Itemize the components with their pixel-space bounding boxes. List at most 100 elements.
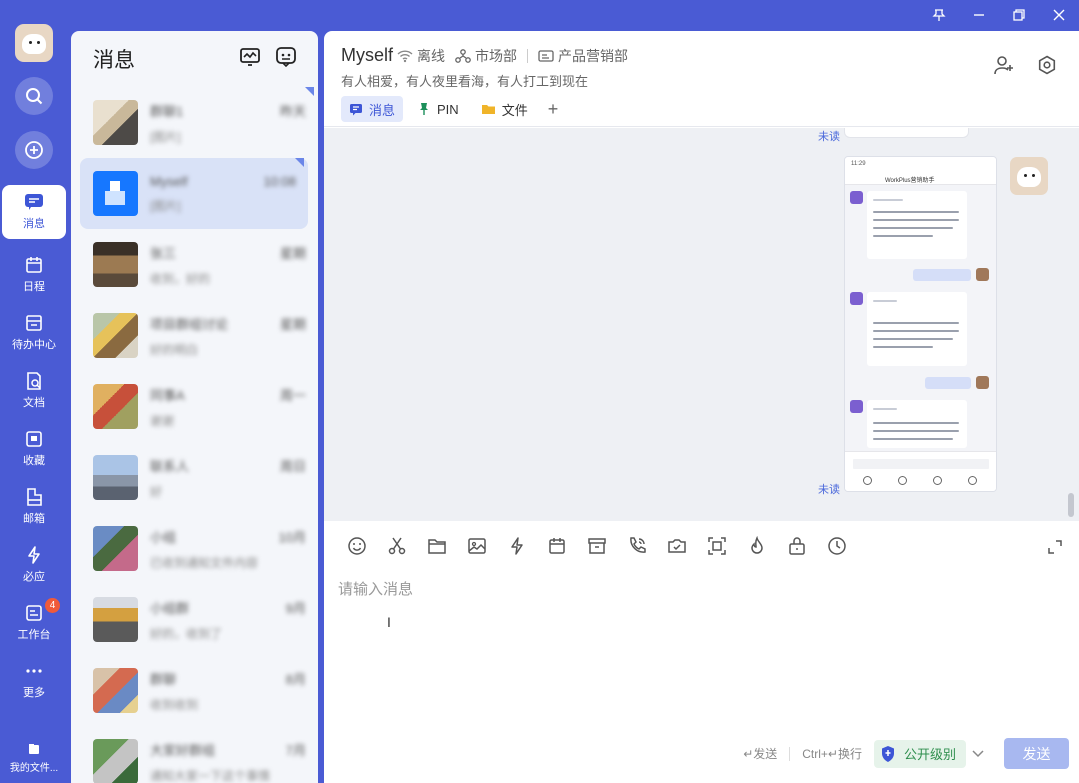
shot-bubble: [867, 191, 967, 259]
phone-icon[interactable]: [617, 535, 657, 557]
message-icon: [25, 194, 43, 210]
search-button[interactable]: [15, 77, 53, 115]
message-input[interactable]: [338, 581, 1038, 598]
conversation-preview: 好的明白: [150, 342, 199, 357]
conversation-name: 联系人: [150, 458, 190, 474]
my-avatar[interactable]: [1010, 157, 1048, 195]
conversation-avatar: [93, 242, 138, 287]
user-avatar[interactable]: [15, 24, 53, 62]
conversation-time: 周一: [279, 387, 306, 403]
restore-icon[interactable]: [999, 0, 1039, 30]
activity-icon[interactable]: [240, 47, 260, 71]
settings-icon[interactable]: [1037, 55, 1057, 80]
add-button[interactable]: [15, 131, 53, 169]
chevron-down-icon[interactable]: [966, 740, 990, 768]
composer-toolbar: [337, 535, 857, 557]
expand-icon[interactable]: [1047, 539, 1063, 560]
image-icon[interactable]: [457, 535, 497, 557]
calendar-icon[interactable]: [537, 535, 577, 557]
security-level-select[interactable]: 公开级别: [873, 739, 966, 768]
security-level-label: 公开级别: [903, 747, 956, 762]
conversation-name: 同事A: [150, 387, 185, 403]
rail-label: 收藏: [23, 455, 45, 467]
new-chat-icon[interactable]: [276, 46, 296, 72]
emoji-icon[interactable]: [337, 535, 377, 557]
message-area[interactable]: 未读 11:29 WorkPlus营销助手 未读: [324, 128, 1079, 521]
conversation-preview: 好: [150, 484, 163, 499]
conversation-name: 小组: [150, 529, 177, 545]
conversation-avatar: [93, 526, 138, 571]
rail-item-workbench[interactable]: 工作台 4: [0, 596, 68, 650]
shot-avatar: [976, 376, 989, 389]
rail-item-docs[interactable]: 文档: [0, 364, 68, 418]
tab-files[interactable]: 文件: [473, 96, 536, 122]
conversation-item[interactable]: 张三 星期 收到，好的: [71, 229, 318, 300]
status-text: 离线: [417, 47, 446, 64]
rail-item-calendar[interactable]: 日程: [0, 248, 68, 302]
chat-bubble-icon: [350, 103, 362, 115]
tab-label: 文件: [501, 102, 528, 118]
shot-outgoing: [913, 269, 971, 281]
conversation-item[interactable]: 群聊1 昨天 [图片]: [71, 87, 318, 158]
shot-status-time: 11:29: [851, 161, 866, 167]
rail-item-my-files[interactable]: 我的文件...: [0, 735, 68, 781]
conversation-avatar: [93, 597, 138, 642]
conversation-item-active[interactable]: Myself 10:08 [图片]: [80, 158, 308, 229]
org-text: 产品营销部: [558, 47, 629, 64]
conversation-time: 10月: [278, 529, 306, 545]
conversation-avatar: [93, 171, 138, 216]
rail-item-favorites[interactable]: 收藏: [0, 422, 68, 476]
pin-icon[interactable]: [919, 0, 959, 30]
close-icon[interactable]: [1039, 0, 1079, 30]
newline-hint: Ctrl+↵换行: [802, 747, 862, 761]
favorite-icon: [26, 431, 42, 447]
rail-label: 待办中心: [12, 339, 56, 351]
add-member-icon[interactable]: [993, 55, 1015, 80]
rail-item-mail[interactable]: 邮箱: [0, 480, 68, 534]
screenshot-icon[interactable]: [697, 535, 737, 557]
archive-icon[interactable]: [577, 535, 617, 557]
tab-messages[interactable]: 消息: [341, 96, 404, 122]
rail-item-more[interactable]: 更多: [0, 654, 68, 708]
rail-item-messages[interactable]: 消息: [2, 185, 66, 239]
more-icon: [26, 669, 42, 673]
conversation-item[interactable]: 联系人 周日好: [71, 442, 318, 513]
conversation-item[interactable]: 大家好群组 7月 通知大家一下这个事情: [71, 726, 318, 783]
burn-after-read-icon[interactable]: [737, 535, 777, 557]
conversation-item[interactable]: 小组 10月 已收到通知文件内容: [71, 513, 318, 584]
chat-tabs: 消息 PIN 文件 +: [341, 96, 558, 122]
rail-label: 文档: [23, 397, 45, 409]
rail-label: 消息: [23, 218, 45, 230]
folder-icon[interactable]: [417, 535, 457, 557]
conversation-preview: 收到收到: [150, 697, 199, 712]
file-icon: [29, 743, 39, 754]
tab-label: PIN: [437, 101, 459, 117]
clock-icon[interactable]: [817, 535, 857, 557]
scrollbar[interactable]: [1068, 493, 1074, 517]
conversation-item[interactable]: 群聊 8月 收到收到: [71, 655, 318, 726]
conversation-preview: 好的，收到了: [150, 626, 223, 641]
pinned-marker: [305, 87, 314, 96]
conversation-time: 8月: [285, 671, 306, 687]
conversation-item[interactable]: 项目群组讨论 星期 好的明白: [71, 300, 318, 371]
minimize-icon[interactable]: [959, 0, 999, 30]
rail-item-bing[interactable]: 必应: [0, 538, 68, 592]
conversation-avatar: [93, 384, 138, 429]
rail-item-todo[interactable]: 待办中心: [0, 306, 68, 360]
conversation-item[interactable]: 小组群 9月 好的，收到了: [71, 584, 318, 655]
chat-signature: 有人相爱，有人夜里看海，有人打工到现在: [341, 74, 589, 89]
send-button[interactable]: 发送: [1004, 738, 1069, 769]
my-files-label: 我的文件...: [9, 762, 59, 774]
scissors-icon[interactable]: [377, 535, 417, 557]
image-message[interactable]: 11:29 WorkPlus营销助手: [844, 156, 997, 492]
divider: [789, 746, 791, 761]
conversation-name: 小组群: [150, 600, 190, 616]
window-controls: [919, 0, 1079, 30]
conversation-time: 10:08: [263, 173, 296, 189]
conversation-item[interactable]: 同事A 周一 谢谢: [71, 371, 318, 442]
lock-icon[interactable]: [777, 535, 817, 557]
transfer-icon[interactable]: [657, 535, 697, 557]
tab-pin[interactable]: PIN: [409, 96, 467, 122]
add-tab-button[interactable]: +: [548, 99, 559, 120]
lightning-icon[interactable]: [497, 535, 537, 557]
